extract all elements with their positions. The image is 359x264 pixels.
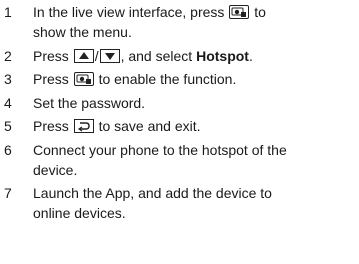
separator-slash: / [94,47,99,64]
step-number: 2 [4,47,12,64]
step-text: Set the password. [33,94,146,111]
step-text: . [248,47,253,64]
step-text: to [254,4,266,20]
down-arrow-key-icon [99,48,120,63]
step-text: Press [33,47,69,64]
instruction-steps: 1 In the live view interface, press to s… [0,2,359,223]
menu-key-icon [229,5,250,19]
step-3: 3 Press to enable the function. [0,69,359,89]
step-2: 2 Press / , and select Hotspot. [0,46,359,66]
step-text: In the live view interface, press [33,4,225,20]
step-text: Launch the App, and add the device to [33,185,272,201]
step-1: 1 In the live view interface, press to s… [0,2,359,42]
back-key-icon [73,119,94,133]
step-number: 1 [4,4,12,20]
step-number: 4 [4,94,12,111]
step-number: 6 [4,141,12,158]
step-number: 5 [4,118,12,134]
step-text: to save and exit. [98,118,201,134]
step-text: show the menu. [33,24,132,40]
step-text: to enable the function. [98,71,237,87]
step-text: Press [33,71,69,87]
step-text: Connect your phone to the hotspot of the [33,141,287,158]
step-4: 4 Set the password. [0,93,359,113]
hotspot-label: Hotspot [196,47,249,64]
step-text: device. [33,161,78,178]
step-7: 7 Launch the App, and add the device to … [0,183,359,223]
step-text: Press [33,118,69,134]
up-arrow-key-icon [73,48,94,63]
step-number: 3 [4,71,12,87]
step-number: 7 [4,185,12,201]
step-5: 5 Press to save and exit. [0,116,359,136]
step-6: 6 Connect your phone to the hotspot of t… [0,140,359,180]
step-text: , and select [120,47,193,64]
menu-key-icon [73,72,94,86]
step-text: online devices. [33,205,126,221]
